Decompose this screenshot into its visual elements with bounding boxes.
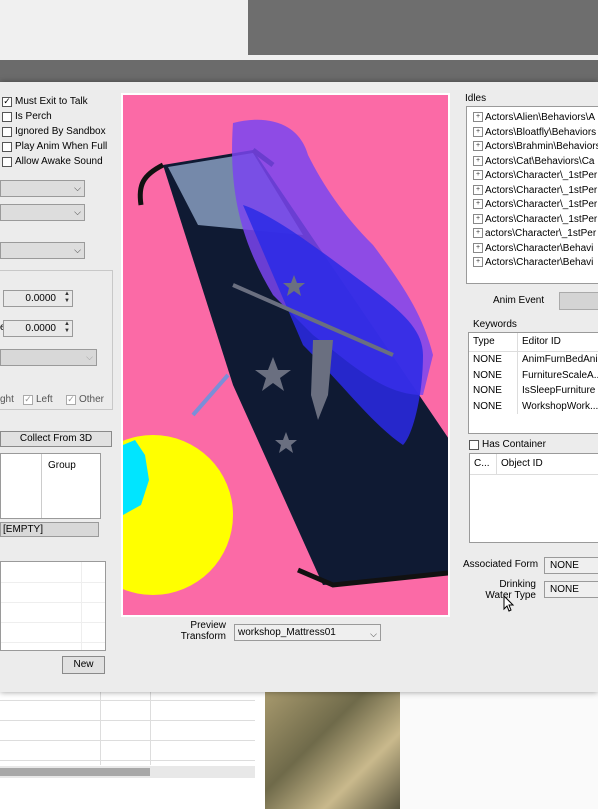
chevron-down-icon: ⌵: [86, 352, 93, 362]
play-anim-when-full-checkbox[interactable]: Play Anim When Full: [2, 139, 107, 154]
checkbox-box: [2, 141, 12, 152]
empty-field: [EMPTY]: [0, 522, 99, 537]
expand-plus-icon[interactable]: +: [473, 141, 483, 152]
expand-plus-icon[interactable]: +: [473, 184, 483, 195]
must-exit-to-talk-checkbox[interactable]: ✓ Must Exit to Talk: [2, 94, 107, 109]
group-column-header[interactable]: Group: [48, 460, 76, 471]
checkbox-box: ✓: [66, 394, 76, 405]
preview-viewport[interactable]: [121, 93, 450, 617]
preview-render: [123, 95, 448, 615]
position-spin-1[interactable]: 0.0000 ▲ ▼: [3, 290, 73, 307]
left-dropdown-3[interactable]: ⌵: [0, 242, 85, 259]
keywords-table[interactable]: Type Editor ID NONE AnimFurnBedAni... NON…: [468, 332, 598, 434]
checkbox-box: [2, 126, 12, 137]
idle-item[interactable]: + Actors\Cat\Behaviors\Ca: [473, 155, 598, 170]
allow-awake-sound-checkbox[interactable]: Allow Awake Sound: [2, 154, 107, 169]
idle-item[interactable]: + Actors\Bloatfly\Behaviors: [473, 126, 598, 141]
idle-item[interactable]: + Actors\Alien\Behaviors\A: [473, 111, 598, 126]
container-table[interactable]: C... Object ID: [469, 453, 598, 543]
expand-plus-icon[interactable]: +: [473, 126, 483, 137]
chevron-down-icon: ⌵: [74, 183, 81, 193]
table-row[interactable]: NONE FurnitureScaleA...: [469, 367, 598, 383]
has-container-checkbox[interactable]: Has Container: [469, 439, 546, 450]
idle-item[interactable]: + actors\Character\_1stPer: [473, 227, 598, 242]
idle-item[interactable]: + Actors\Brahmin\Behaviors: [473, 140, 598, 155]
idle-item[interactable]: + Actors\Character\_1stPer: [473, 213, 598, 228]
disabled-dropdown: ⌵: [0, 349, 97, 366]
checkbox-box: [2, 111, 12, 122]
preview-transform-dropdown[interactable]: workshop_Mattress01 ⌵: [234, 624, 381, 641]
expand-plus-icon[interactable]: +: [473, 112, 483, 123]
checkbox-box: ✓: [23, 394, 33, 405]
expand-plus-icon[interactable]: +: [473, 155, 483, 166]
editor-id-column-header[interactable]: Editor ID: [517, 333, 598, 351]
group-list[interactable]: Group: [0, 453, 101, 519]
checkbox-box: [469, 439, 479, 450]
expand-plus-icon[interactable]: +: [473, 228, 483, 239]
keywords-header-row: Type Editor ID: [469, 333, 598, 352]
lower-list[interactable]: [0, 561, 106, 651]
idles-tree[interactable]: + Actors\Alien\Behaviors\A + Actors\Bloatf…: [466, 106, 598, 284]
idles-label: Idles: [465, 93, 487, 104]
drinking-water-type-dropdown[interactable]: NONE: [544, 581, 598, 598]
keywords-label: Keywords: [473, 319, 517, 330]
idle-item[interactable]: + Actors\Character\Behavi: [473, 256, 598, 271]
table-row[interactable]: NONE IsSleepFurniture: [469, 383, 598, 399]
new-button[interactable]: New: [62, 656, 105, 674]
expand-plus-icon[interactable]: +: [473, 170, 483, 181]
ignored-by-sandbox-checkbox[interactable]: Ignored By Sandbox: [2, 124, 107, 139]
preview-transform-label: Preview Transform: [180, 620, 226, 642]
expand-plus-icon[interactable]: +: [473, 199, 483, 210]
background-window-right: [400, 690, 598, 809]
spin-arrows-icon[interactable]: ▲ ▼: [64, 291, 70, 305]
idle-item[interactable]: + Actors\Character\_1stPer: [473, 169, 598, 184]
anim-event-label: Anim Event: [493, 295, 545, 306]
horizontal-scrollbar[interactable]: [0, 766, 255, 778]
left-checkbox[interactable]: ✓ Left: [23, 394, 53, 405]
count-column-header[interactable]: C...: [470, 454, 496, 474]
idle-item[interactable]: + Actors\Character\_1stPer: [473, 198, 598, 213]
associated-form-label: Associated Form: [463, 559, 539, 570]
chevron-down-icon: ⌵: [370, 629, 377, 639]
flags-group: ✓ Must Exit to Talk Is Perch Ignored By …: [2, 94, 107, 169]
right-checkbox[interactable]: ght: [0, 394, 14, 405]
checkbox-box: [2, 156, 12, 167]
expand-plus-icon[interactable]: +: [473, 242, 483, 253]
idle-item[interactable]: + Actors\Character\Behavi: [473, 242, 598, 257]
container-header-row: C... Object ID: [470, 454, 598, 475]
position-spin-2[interactable]: 0.0000 ▲ ▼: [3, 320, 73, 337]
collect-from-3d-button[interactable]: Collect From 3D: [0, 431, 112, 447]
other-checkbox[interactable]: ✓ Other: [66, 394, 104, 405]
background-photo: [265, 690, 400, 809]
object-id-column-header[interactable]: Object ID: [496, 454, 598, 474]
chevron-down-icon: ⌵: [74, 245, 81, 255]
mouse-cursor-icon: [503, 595, 515, 612]
left-dropdown-2[interactable]: ⌵: [0, 204, 85, 221]
table-row[interactable]: NONE AnimFurnBedAni...: [469, 352, 598, 368]
background-spreadsheet: [0, 690, 265, 809]
left-dropdown-1[interactable]: ⌵: [0, 180, 85, 197]
type-column-header[interactable]: Type: [469, 333, 517, 351]
furniture-dialog: ✓ Must Exit to Talk Is Perch Ignored By …: [0, 82, 598, 692]
expand-plus-icon[interactable]: +: [473, 257, 483, 268]
idle-item[interactable]: + Actors\Character\_1stPer: [473, 184, 598, 199]
expand-plus-icon[interactable]: +: [473, 213, 483, 224]
spin-arrows-icon[interactable]: ▲ ▼: [64, 321, 70, 335]
anim-event-field[interactable]: [559, 292, 598, 310]
chevron-down-icon: ⌵: [74, 207, 81, 217]
table-row[interactable]: NONE WorkshopWork...: [469, 398, 598, 414]
checkbox-box: ✓: [2, 96, 12, 107]
associated-form-dropdown[interactable]: NONE: [544, 557, 598, 574]
background-window-dark: [248, 0, 598, 55]
is-perch-checkbox[interactable]: Is Perch: [2, 109, 107, 124]
